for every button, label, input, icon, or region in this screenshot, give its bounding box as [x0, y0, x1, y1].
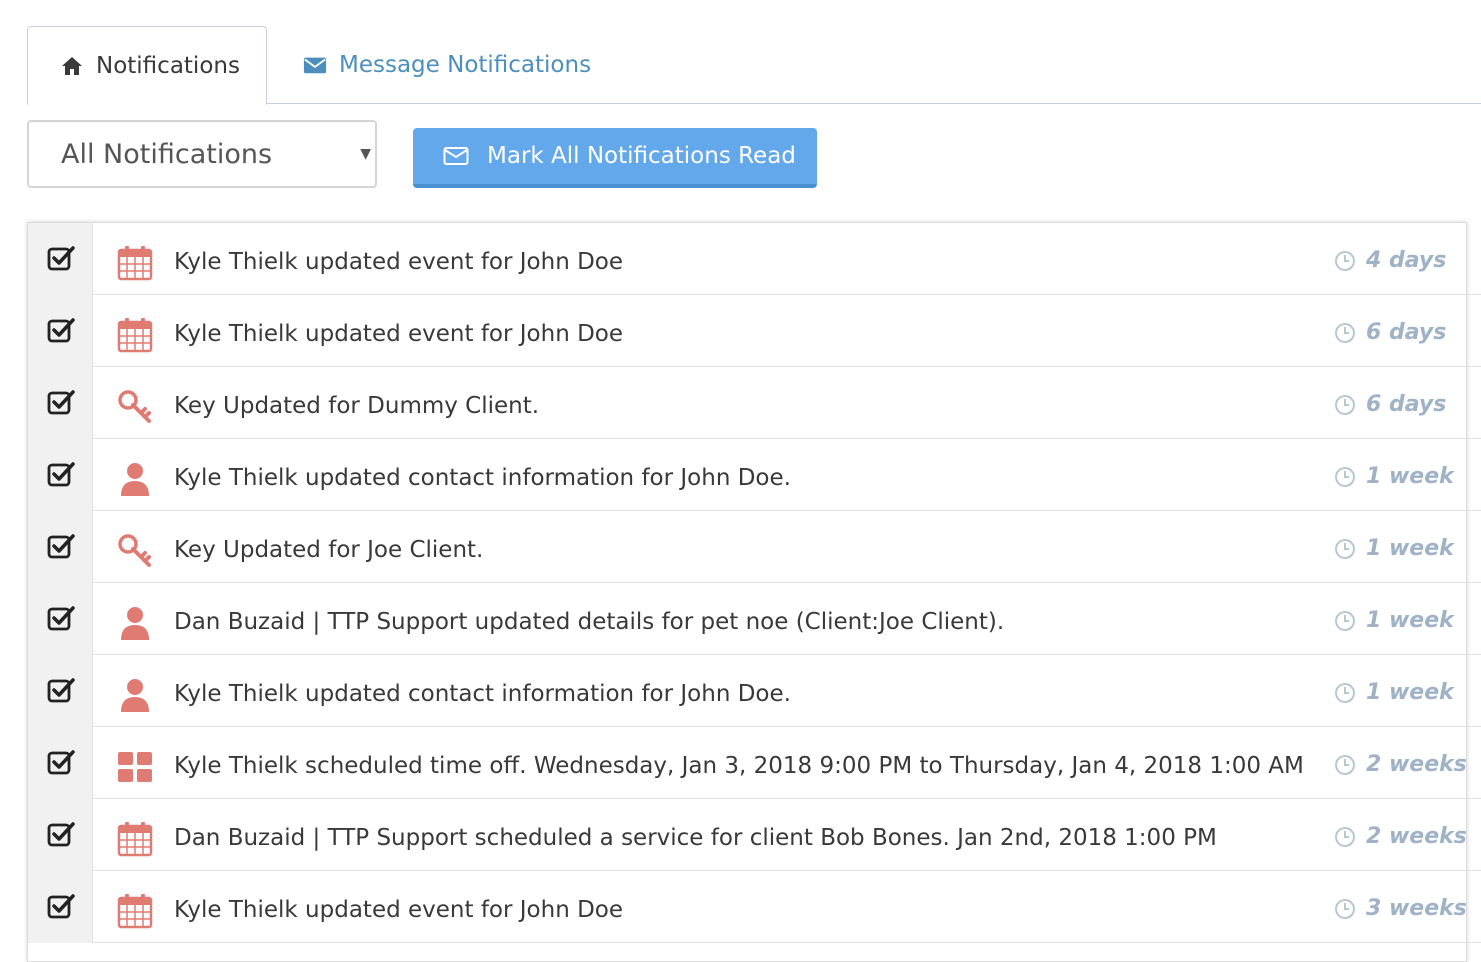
notification-time: 4 days [1334, 223, 1446, 295]
notification-row[interactable]: Kyle Thielk updated event for John Doe 4 … [28, 223, 1481, 295]
notification-list: Kyle Thielk updated event for John Doe 4 … [27, 222, 1481, 962]
clock-icon [1334, 898, 1356, 920]
check-square-icon[interactable] [47, 821, 75, 847]
notification-row[interactable]: Dan Buzaid | TTP Support updated details… [28, 583, 1481, 655]
notification-text: Kyle Thielk updated contact information … [174, 465, 791, 491]
notification-row[interactable]: Kyle Thielk updated contact information … [28, 439, 1481, 511]
notification-time: 1 week [1334, 583, 1454, 655]
calendar-icon [117, 317, 153, 353]
notification-time-label: 1 week [1366, 464, 1454, 489]
checkbox-column [28, 727, 93, 799]
mark-all-read-button[interactable]: Mark All Notifications Read [413, 128, 817, 188]
check-square-icon[interactable] [47, 533, 75, 559]
notification-row[interactable]: Key Updated for Dummy Client. 6 days [28, 367, 1481, 439]
checkbox-column [28, 871, 93, 943]
clock-icon [1334, 250, 1356, 272]
checkbox-column [28, 511, 93, 583]
check-square-icon[interactable] [47, 893, 75, 919]
notification-row[interactable]: Key Updated for Joe Client. 1 week [28, 511, 1481, 583]
clock-icon [1334, 754, 1356, 776]
notification-filter-value: All Notifications [61, 138, 273, 170]
user-icon [117, 677, 153, 713]
mark-all-read-label: Mark All Notifications Read [487, 143, 796, 169]
notification-time: 1 week [1334, 511, 1454, 583]
notification-row[interactable]: Kyle Thielk updated contact information … [28, 655, 1481, 727]
notification-time: 2 weeks [1334, 799, 1467, 871]
checkbox-column [28, 583, 93, 655]
notification-time-label: 4 days [1366, 248, 1447, 273]
notification-row[interactable]: Kyle Thielk scheduled time off. Wednesda… [28, 727, 1481, 799]
notification-text: Dan Buzaid | TTP Support scheduled a ser… [174, 825, 1217, 851]
notification-tabs: Notifications Message Notifications [27, 26, 1481, 105]
notification-time-label: 2 weeks [1366, 752, 1467, 777]
notification-time: 6 days [1334, 367, 1446, 439]
notification-time: 1 week [1334, 655, 1454, 727]
check-square-icon[interactable] [47, 605, 75, 631]
calendar-icon [117, 821, 153, 857]
checkbox-column [28, 655, 93, 727]
clock-icon [1334, 394, 1356, 416]
check-square-icon[interactable] [47, 317, 75, 343]
notification-time-label: 6 days [1366, 392, 1447, 417]
notification-time: 1 week [1334, 439, 1454, 511]
clock-icon [1334, 466, 1356, 488]
check-square-icon[interactable] [47, 749, 75, 775]
envelope-outline-icon [443, 146, 469, 166]
notification-time-label: 1 week [1366, 680, 1454, 705]
key-icon [117, 533, 153, 569]
notification-text: Kyle Thielk updated event for John Doe [174, 249, 624, 275]
clock-icon [1334, 322, 1356, 344]
checkbox-column [28, 367, 93, 439]
notification-time: 2 weeks [1334, 727, 1467, 799]
notification-time: 3 weeks [1334, 871, 1467, 943]
calendar-icon [117, 245, 153, 281]
notification-time: 6 days [1334, 295, 1446, 367]
notification-time-label: 3 weeks [1366, 896, 1467, 921]
tab-message-notifications-label: Message Notifications [339, 52, 592, 78]
key-icon [117, 389, 153, 425]
tab-notifications[interactable]: Notifications [27, 26, 267, 105]
check-square-icon[interactable] [47, 245, 75, 271]
clock-icon [1334, 826, 1356, 848]
notification-row[interactable]: Kyle Thielk updated event for John Doe 3 … [28, 871, 1481, 943]
notification-text: Kyle Thielk updated event for John Doe [174, 321, 624, 347]
notification-text: Kyle Thielk scheduled time off. Wednesda… [174, 753, 1304, 779]
clock-icon [1334, 538, 1356, 560]
clock-icon [1334, 610, 1356, 632]
clock-icon [1334, 682, 1356, 704]
check-square-icon[interactable] [47, 677, 75, 703]
notification-text: Key Updated for Dummy Client. [174, 393, 540, 419]
checkbox-column [28, 439, 93, 511]
notification-text: Kyle Thielk updated contact information … [174, 681, 791, 707]
notification-time-label: 1 week [1366, 608, 1454, 633]
tab-notifications-label: Notifications [96, 52, 240, 79]
notification-text: Kyle Thielk updated event for John Doe [174, 897, 624, 923]
checkbox-column [28, 295, 93, 367]
calendar-icon [117, 893, 153, 929]
checkbox-column [28, 799, 93, 871]
grid-icon [117, 749, 153, 785]
home-icon [60, 54, 84, 78]
tab-message-notifications[interactable]: Message Notifications [299, 26, 591, 104]
notification-filter-select[interactable]: All Notifications ▼ [27, 120, 377, 188]
notification-text: Dan Buzaid | TTP Support updated details… [174, 609, 1005, 635]
notification-row[interactable]: Kyle Thielk updated event for John Doe 6 … [28, 295, 1481, 367]
notification-time-label: 6 days [1366, 320, 1447, 345]
user-icon [117, 461, 153, 497]
notification-row[interactable]: Dan Buzaid | TTP Support scheduled a ser… [28, 799, 1481, 871]
caret-down-icon: ▼ [360, 146, 371, 162]
notification-time-label: 1 week [1366, 536, 1454, 561]
envelope-icon [303, 53, 327, 77]
notification-text: Key Updated for Joe Client. [174, 537, 484, 563]
notification-time-label: 2 weeks [1366, 824, 1467, 849]
check-square-icon[interactable] [47, 389, 75, 415]
check-square-icon[interactable] [47, 461, 75, 487]
checkbox-column [28, 223, 93, 295]
user-icon [117, 605, 153, 641]
